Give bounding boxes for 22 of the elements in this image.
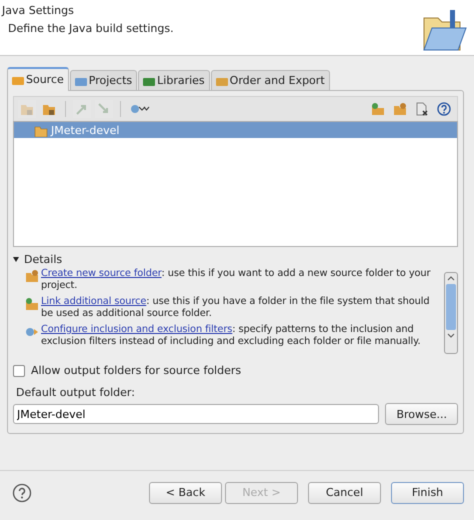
tab[interactable]: Projects: [70, 70, 138, 90]
details-text: Link additional source: use this if you have a folder in the file system that should be used as additional source folder.: [41, 296, 430, 320]
tab[interactable]: Source: [7, 67, 69, 91]
allow-output-checkbox[interactable]: Allow output folders for source folders: [13, 364, 458, 377]
link[interactable]: Configure inclusion and exclusion filters: [41, 324, 232, 335]
tab[interactable]: Order and Export: [210, 70, 330, 90]
dialog-button[interactable]: Finish: [391, 482, 464, 504]
browse-button[interactable]: Browse...: [385, 403, 458, 425]
page-title: Java Settings: [2, 4, 75, 17]
dialog-button[interactable]: < Back: [149, 482, 222, 504]
link[interactable]: Create new source folder: [41, 268, 162, 279]
details-toggle[interactable]: Details: [13, 253, 62, 266]
help-icon[interactable]: [435, 100, 453, 118]
tab[interactable]: Libraries: [138, 70, 210, 90]
scrollbar[interactable]: [444, 272, 458, 354]
details-text: Create new source folder: use this if you want to add a new source folder to your project.: [41, 268, 432, 292]
output-folder-label: Default output folder:: [16, 386, 136, 399]
details-text: Configure inclusion and exclusion filters: specify patterns to the inclusion and exclusion filters instead of including and excluding each folder or file manually.: [41, 324, 422, 348]
page-description: Define the Java build settings.: [8, 22, 174, 35]
dialog-button[interactable]: Cancel: [308, 482, 381, 504]
help-icon[interactable]: [12, 482, 32, 502]
link[interactable]: Link additional source: [41, 296, 146, 307]
